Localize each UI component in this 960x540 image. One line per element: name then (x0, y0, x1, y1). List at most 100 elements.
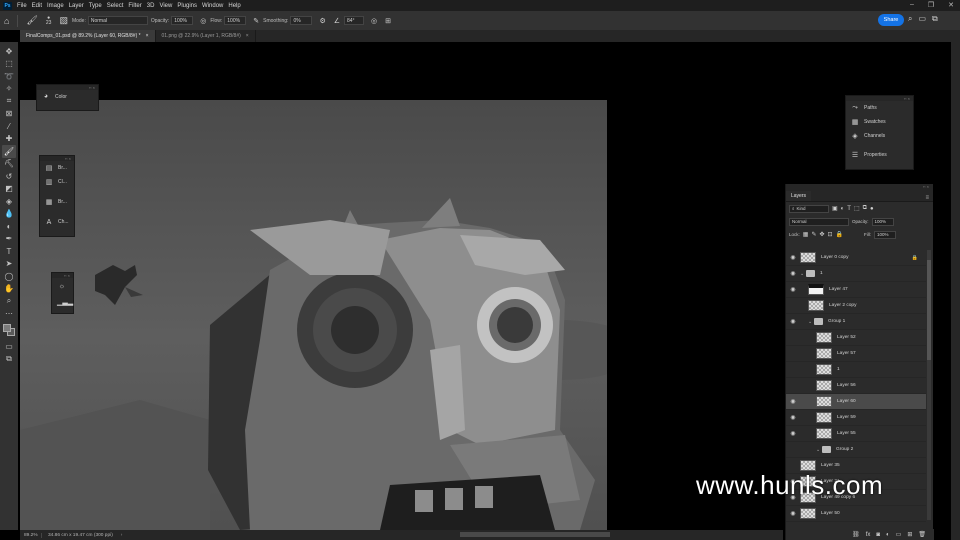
histogram-panel-button[interactable]: ▁▃▂ (52, 294, 73, 310)
channels-panel-button[interactable]: ◈ Channels (846, 129, 913, 143)
mode-dropdown[interactable]: Normal (87, 16, 148, 25)
angle-field[interactable]: 84° (344, 16, 364, 25)
screen-mode-icon[interactable]: ⧉ (2, 353, 16, 366)
visibility-eye-icon[interactable]: ◉ (786, 286, 800, 293)
horizontal-scrollbar[interactable] (460, 532, 610, 537)
airbrush-icon[interactable]: ✎ (253, 17, 259, 25)
visibility-eye-icon[interactable]: ◉ (786, 414, 800, 421)
visibility-eye-icon[interactable]: ◉ (786, 254, 800, 261)
layer-row[interactable]: Layer 56 (786, 378, 926, 394)
visibility-eye-icon[interactable]: ◉ (786, 318, 800, 325)
close-icon[interactable]: ✕ (948, 1, 954, 9)
crop-tool-icon[interactable]: ⌗ (2, 95, 16, 108)
maximize-icon[interactable]: ❐ (928, 1, 934, 9)
brushes-panel-button[interactable]: ▦ Br... (40, 195, 74, 209)
flow-field[interactable]: 100% (224, 16, 247, 25)
character-panel-button[interactable]: A Ch... (40, 215, 74, 229)
visibility-eye-icon[interactable]: ◉ (786, 430, 800, 437)
tab-layers[interactable]: Layers (786, 191, 812, 201)
new-group-icon[interactable]: ▭ (896, 531, 902, 538)
home-icon[interactable]: ⌂ (4, 16, 9, 26)
lock-transparent-icon[interactable]: ▦ (803, 231, 809, 238)
swatches-panel-button[interactable]: ▦ Swatches (846, 115, 913, 129)
menu-3d[interactable]: 3D (147, 3, 155, 9)
menu-help[interactable]: Help (228, 3, 240, 9)
shape-tool-icon[interactable]: ◯ (2, 270, 16, 283)
clone-stamp-tool-icon[interactable]: ⛏ (2, 158, 16, 171)
marquee-tool-icon[interactable]: ⬚ (2, 58, 16, 71)
layer-row[interactable]: ◉ Layer 55 (786, 426, 926, 442)
layer-row[interactable]: ◉ Layer 47 (786, 282, 926, 298)
smart-object-filter-icon[interactable]: ⧉ (863, 205, 867, 212)
properties-panel-button[interactable]: ☰ Properties (846, 148, 913, 162)
foreground-color-swatch[interactable] (3, 324, 11, 332)
frame-tool-icon[interactable]: ⊠ (2, 108, 16, 121)
brush-tool-preset-icon[interactable]: 🖌 (26, 15, 37, 26)
share-button[interactable]: Share (878, 14, 904, 26)
layer-row[interactable]: Layer 2 copy (786, 298, 926, 314)
panel-menu-icon[interactable]: ≡ (925, 195, 929, 201)
pressure-opacity-icon[interactable]: ◎ (200, 17, 206, 25)
lock-pixels-icon[interactable]: ✎ (811, 231, 816, 238)
path-selection-tool-icon[interactable]: ➤ (2, 258, 16, 271)
tab-finalcomps[interactable]: FinalComps_01.psd @ 89.2% (Layer 60, RGB… (20, 30, 156, 42)
delete-layer-icon[interactable]: 🗑 (918, 531, 926, 538)
layer-row[interactable]: 1 (786, 362, 926, 378)
brush-size-icon[interactable]: ● 23 (46, 15, 52, 26)
brush-settings-panel-button[interactable]: ▤ Br... (40, 161, 74, 175)
shape-filter-icon[interactable]: ⬚ (854, 205, 860, 212)
status-menu-icon[interactable]: › (121, 533, 123, 538)
menu-select[interactable]: Select (107, 3, 124, 9)
type-tool-icon[interactable]: T (2, 245, 16, 258)
menu-edit[interactable]: Edit (32, 3, 42, 9)
fill-field[interactable]: 100% (874, 230, 897, 239)
eyedropper-tool-icon[interactable]: ⁄ (2, 120, 16, 133)
layer-row[interactable]: ◉ Layer 0 copy 🔒 (786, 250, 926, 266)
hand-tool-icon[interactable]: ✋ (2, 283, 16, 296)
add-mask-icon[interactable]: ◙ (876, 532, 880, 538)
layers-scrollbar[interactable] (927, 250, 931, 520)
quick-mask-icon[interactable]: ▭ (2, 340, 16, 353)
layer-row[interactable]: ◉ ⌄ 1 (786, 266, 926, 282)
eraser-tool-icon[interactable]: ◩ (2, 183, 16, 196)
visibility-eye-icon[interactable]: ◉ (786, 398, 800, 405)
type-filter-icon[interactable]: T (847, 206, 851, 212)
dodge-tool-icon[interactable]: ◐ (2, 220, 16, 233)
adjustment-filter-icon[interactable]: ◐ (841, 206, 845, 212)
scrollbar-thumb[interactable] (927, 260, 931, 360)
artwork-canvas[interactable] (20, 100, 607, 530)
layer-row[interactable]: ◉ Layer 59 (786, 410, 926, 426)
move-tool-icon[interactable]: ✥ (2, 45, 16, 58)
layer-row[interactable]: ◉ Layer 50 (786, 506, 926, 522)
pixel-filter-icon[interactable]: ▣ (832, 205, 838, 212)
menu-image[interactable]: Image (47, 3, 64, 9)
zoom-tool-icon[interactable]: ⌕ (2, 295, 16, 308)
close-tab-icon[interactable]: × (246, 33, 249, 39)
lasso-tool-icon[interactable]: ➰ (2, 70, 16, 83)
minimize-icon[interactable]: – (910, 1, 914, 9)
lock-artboard-icon[interactable]: ⊡ (828, 231, 833, 238)
healing-brush-tool-icon[interactable]: ✚ (2, 133, 16, 146)
arrange-icon[interactable]: ⧉ (932, 14, 938, 24)
zoom-level[interactable]: 89.2% (20, 532, 42, 538)
paths-panel-button[interactable]: ⤳ Paths (846, 101, 913, 115)
menu-plugins[interactable]: Plugins (177, 3, 197, 9)
visibility-eye-icon[interactable]: ◉ (786, 270, 800, 277)
color-panel-button[interactable]: ◕ Color (37, 90, 98, 103)
brush-settings-icon[interactable]: ▧ (59, 15, 68, 26)
menu-view[interactable]: View (159, 3, 172, 9)
layer-row[interactable]: Layer 57 (786, 346, 926, 362)
blend-mode-dropdown[interactable]: Normal (789, 217, 849, 226)
blur-tool-icon[interactable]: 💧 (2, 208, 16, 221)
menu-layer[interactable]: Layer (69, 3, 84, 9)
lock-all-icon[interactable]: 🔒 (836, 231, 843, 238)
menu-type[interactable]: Type (89, 3, 102, 9)
menu-window[interactable]: Window (202, 3, 223, 9)
layer-row[interactable]: Layer 52 (786, 330, 926, 346)
link-layers-icon[interactable]: ⛓ (852, 531, 860, 538)
clone-source-panel-button[interactable]: ▥ Cl... (40, 175, 74, 189)
paint-bucket-tool-icon[interactable]: ◈ (2, 195, 16, 208)
pressure-size-icon[interactable]: ◎ (371, 17, 377, 25)
adjustments-panel-button[interactable]: ☼ (52, 278, 73, 294)
layer-row[interactable]: ◉ ⌄ Group 1 (786, 314, 926, 330)
